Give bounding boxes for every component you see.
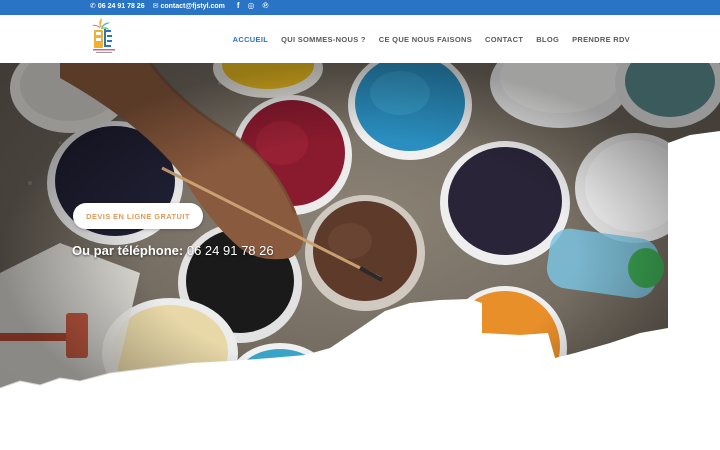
hero-phone-prefix: Ou par téléphone: [72, 243, 184, 258]
nav-ce-que-nous-faisons[interactable]: CE QUE NOUS FAISONS [379, 35, 472, 44]
facebook-icon[interactable]: f [237, 2, 240, 10]
envelope-icon: ✉ [152, 2, 159, 10]
nav-contact[interactable]: CONTACT [485, 35, 523, 44]
hero-phone-line[interactable]: Ou par téléphone: 06 24 91 78 26 [72, 243, 274, 258]
top-email-text: contact@fjstyl.com [160, 2, 225, 10]
social-links: f ◎ ℗ [237, 2, 269, 10]
nav-prendre-rdv[interactable]: PRENDRE RDV [572, 35, 630, 44]
instagram-icon[interactable]: ◎ [248, 2, 255, 10]
devis-en-ligne-button[interactable]: DEVIS EN LIGNE GRATUIT [73, 203, 203, 229]
email-link[interactable]: ✉ contact@fjstyl.com [153, 3, 225, 10]
top-phone-text: 06 24 91 78 26 [97, 2, 145, 10]
phone-icon: ✆ [90, 2, 96, 10]
main-nav: ACCUEIL QUI SOMMES-NOUS ? CE QUE NOUS FA… [233, 15, 630, 63]
main-header: ACCUEIL QUI SOMMES-NOUS ? CE QUE NOUS FA… [0, 15, 720, 63]
hero-section: DEVIS EN LIGNE GRATUIT Ou par téléphone:… [0, 63, 720, 450]
nav-accueil[interactable]: ACCUEIL [233, 35, 268, 44]
top-bar: ✆ 06 24 91 78 26 ✉ contact@fjstyl.com f … [0, 0, 720, 15]
top-contact-info: ✆ 06 24 91 78 26 ✉ contact@fjstyl.com f … [90, 2, 268, 10]
hero-phone-number: 06 24 91 78 26 [186, 243, 274, 258]
nav-blog[interactable]: BLOG [536, 35, 559, 44]
pinterest-icon[interactable]: ℗ [263, 2, 269, 10]
site-logo[interactable] [90, 17, 118, 61]
nav-qui-sommes-nous[interactable]: QUI SOMMES-NOUS ? [281, 35, 366, 44]
phone-link[interactable]: ✆ 06 24 91 78 26 [90, 3, 145, 10]
